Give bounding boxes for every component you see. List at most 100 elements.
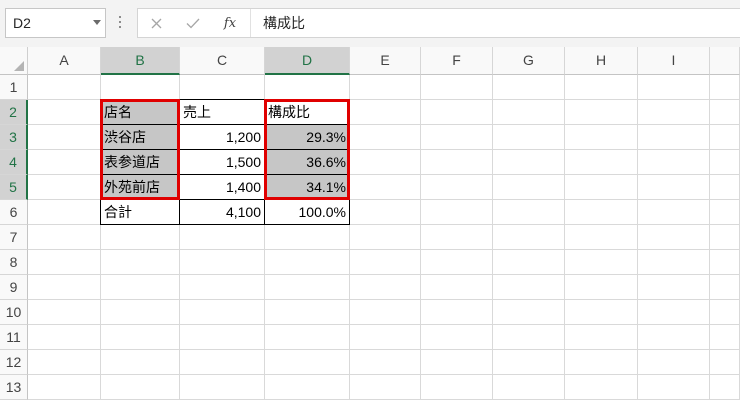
- row-header-6[interactable]: 6: [0, 200, 28, 225]
- column-header-D[interactable]: D: [265, 47, 350, 75]
- insert-function-button[interactable]: fx: [219, 9, 241, 37]
- cell-offscreen-column[interactable]: [710, 300, 740, 325]
- cell-D6[interactable]: 100.0%: [264, 199, 350, 225]
- cell-B5[interactable]: 外苑前店: [100, 174, 180, 200]
- cell-A3[interactable]: [28, 125, 101, 150]
- cell-G11[interactable]: [493, 325, 565, 350]
- cell-C4[interactable]: 1,500: [179, 149, 265, 175]
- cell-B8[interactable]: [101, 250, 180, 275]
- cell-A2[interactable]: [28, 100, 101, 125]
- cell-H12[interactable]: [565, 350, 638, 375]
- cell-D3[interactable]: 29.3%: [264, 124, 350, 150]
- cell-G13[interactable]: [493, 375, 565, 400]
- cell-G4[interactable]: [493, 150, 565, 175]
- cell-H2[interactable]: [565, 100, 638, 125]
- cell-E12[interactable]: [350, 350, 421, 375]
- cell-offscreen-column[interactable]: [710, 225, 740, 250]
- cell-H10[interactable]: [565, 300, 638, 325]
- cell-F7[interactable]: [421, 225, 493, 250]
- cell-E8[interactable]: [350, 250, 421, 275]
- row-header-11[interactable]: 11: [0, 325, 28, 350]
- chevron-down-icon[interactable]: [93, 20, 101, 25]
- cell-E2[interactable]: [350, 100, 421, 125]
- cell-A13[interactable]: [28, 375, 101, 400]
- row-header-10[interactable]: 10: [0, 300, 28, 325]
- cell-E1[interactable]: [350, 75, 421, 100]
- cell-offscreen-column[interactable]: [710, 275, 740, 300]
- cell-D7[interactable]: [265, 225, 350, 250]
- cell-I11[interactable]: [638, 325, 710, 350]
- cell-I12[interactable]: [638, 350, 710, 375]
- cell-offscreen-column[interactable]: [710, 250, 740, 275]
- cell-I4[interactable]: [638, 150, 710, 175]
- cell-E13[interactable]: [350, 375, 421, 400]
- cell-G10[interactable]: [493, 300, 565, 325]
- cell-G9[interactable]: [493, 275, 565, 300]
- column-header-A[interactable]: A: [28, 47, 101, 75]
- cell-A1[interactable]: [28, 75, 101, 100]
- row-header-9[interactable]: 9: [0, 275, 28, 300]
- cell-F3[interactable]: [421, 125, 493, 150]
- cell-A5[interactable]: [28, 175, 101, 200]
- cell-D4[interactable]: 36.6%: [264, 149, 350, 175]
- row-header-3[interactable]: 3: [0, 125, 28, 150]
- cell-G12[interactable]: [493, 350, 565, 375]
- cell-H13[interactable]: [565, 375, 638, 400]
- cancel-button[interactable]: [146, 9, 166, 37]
- cell-D11[interactable]: [265, 325, 350, 350]
- cell-C9[interactable]: [180, 275, 265, 300]
- cell-A11[interactable]: [28, 325, 101, 350]
- row-header-2[interactable]: 2: [0, 100, 28, 125]
- cell-H3[interactable]: [565, 125, 638, 150]
- cell-offscreen-column[interactable]: [710, 200, 740, 225]
- cell-offscreen-column[interactable]: [710, 75, 740, 100]
- cell-D2[interactable]: 構成比: [264, 99, 350, 125]
- cell-B1[interactable]: [101, 75, 180, 100]
- cell-C3[interactable]: 1,200: [179, 124, 265, 150]
- cell-E6[interactable]: [350, 200, 421, 225]
- cell-C13[interactable]: [180, 375, 265, 400]
- column-header-F[interactable]: F: [421, 47, 493, 75]
- cell-D8[interactable]: [265, 250, 350, 275]
- column-header-C[interactable]: C: [180, 47, 265, 75]
- cell-offscreen-column[interactable]: [710, 100, 740, 125]
- cell-G8[interactable]: [493, 250, 565, 275]
- cell-D9[interactable]: [265, 275, 350, 300]
- cell-offscreen-column[interactable]: [710, 325, 740, 350]
- cell-E9[interactable]: [350, 275, 421, 300]
- cell-F6[interactable]: [421, 200, 493, 225]
- enter-button[interactable]: [183, 9, 203, 37]
- cell-G5[interactable]: [493, 175, 565, 200]
- cell-E5[interactable]: [350, 175, 421, 200]
- column-header-I[interactable]: I: [638, 47, 710, 75]
- cell-B7[interactable]: [101, 225, 180, 250]
- cell-offscreen-column[interactable]: [710, 175, 740, 200]
- cell-offscreen-column[interactable]: [710, 125, 740, 150]
- cell-H6[interactable]: [565, 200, 638, 225]
- cell-B9[interactable]: [101, 275, 180, 300]
- row-header-13[interactable]: 13: [0, 375, 28, 400]
- cell-B2[interactable]: 店名: [100, 99, 180, 125]
- cell-offscreen-column[interactable]: [710, 350, 740, 375]
- cell-H1[interactable]: [565, 75, 638, 100]
- cell-G7[interactable]: [493, 225, 565, 250]
- cell-E7[interactable]: [350, 225, 421, 250]
- cell-F1[interactable]: [421, 75, 493, 100]
- cell-F13[interactable]: [421, 375, 493, 400]
- cell-F10[interactable]: [421, 300, 493, 325]
- cell-B11[interactable]: [101, 325, 180, 350]
- cell-H4[interactable]: [565, 150, 638, 175]
- cell-G1[interactable]: [493, 75, 565, 100]
- cell-E10[interactable]: [350, 300, 421, 325]
- cell-H5[interactable]: [565, 175, 638, 200]
- cell-D12[interactable]: [265, 350, 350, 375]
- cell-H11[interactable]: [565, 325, 638, 350]
- row-header-12[interactable]: 12: [0, 350, 28, 375]
- column-header-H[interactable]: H: [565, 47, 638, 75]
- cell-F2[interactable]: [421, 100, 493, 125]
- cell-B4[interactable]: 表参道店: [100, 149, 180, 175]
- select-all-button[interactable]: [0, 47, 28, 75]
- cell-C7[interactable]: [180, 225, 265, 250]
- cell-E11[interactable]: [350, 325, 421, 350]
- cell-A6[interactable]: [28, 200, 101, 225]
